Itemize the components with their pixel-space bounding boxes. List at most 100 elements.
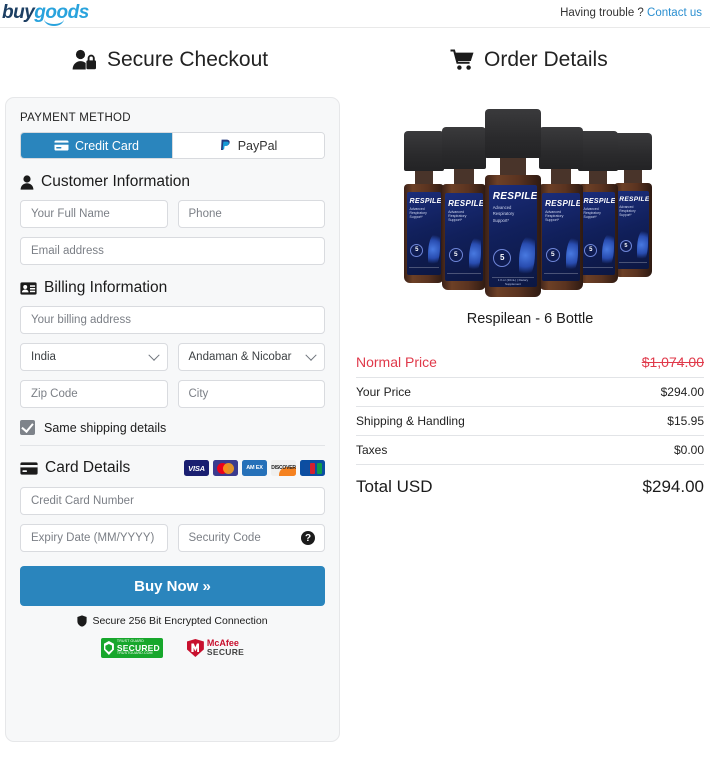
zip-code-input[interactable]: Zip Code [20, 380, 168, 408]
shopping-cart-icon [450, 49, 475, 71]
price-table: Normal Price $1,074.00 Your Price $294.0… [356, 347, 704, 504]
mcafee-line2: SECURE [206, 647, 245, 658]
city-input[interactable]: City [177, 380, 325, 408]
secure-connection-note: Secure 256 Bit Encrypted Connection [20, 615, 325, 627]
help-circle-icon[interactable]: ? [301, 531, 315, 545]
bottle-1-number: 5 [410, 243, 424, 257]
visa-icon: VISA [184, 460, 209, 476]
email-row: Email address [20, 237, 325, 265]
normal-price-label: Normal Price [356, 354, 437, 370]
trust-badges: TRUST GUARD SECURED TRUSTGUARD.COM McAfe… [20, 638, 325, 658]
mcafee-secure-badge: McAfee SECURE [186, 638, 245, 658]
jcb-icon [300, 460, 325, 476]
shield-icon [77, 615, 88, 627]
buy-now-button[interactable]: Buy Now » [20, 566, 325, 606]
tab-credit-card[interactable]: Credit Card [21, 133, 172, 158]
card-number-row: Credit Card Number [20, 487, 325, 515]
user-lock-icon [72, 49, 98, 71]
secure-checkout-heading: Secure Checkout [72, 48, 268, 72]
bottle-3: RESPILEAN Advanced Respiratory Support* … [485, 109, 541, 297]
contact-us-link[interactable]: Contact us [647, 7, 702, 19]
bottle-6-name: RESPILEAN [619, 196, 650, 204]
billing-address-input[interactable]: Your billing address [20, 306, 325, 334]
bottle-2-name: RESPILEAN [448, 198, 483, 208]
amex-icon: AM EX [242, 460, 267, 476]
person-icon [20, 174, 34, 190]
expiry-date-input[interactable]: Expiry Date (MM/YYYY) [20, 524, 168, 552]
tab-credit-card-label: Credit Card [75, 138, 139, 153]
state-select-value: Andaman & Nicobar [188, 351, 292, 363]
accepted-card-brands: VISA AM EX DISCOVER [184, 460, 325, 476]
discover-icon: DISCOVER [271, 460, 296, 476]
logo-swoosh-icon [44, 19, 64, 26]
total-value: $294.00 [642, 477, 704, 496]
logo-text-buy: buy [2, 2, 35, 23]
price-row-your-price: Your Price $294.00 [356, 378, 704, 407]
same-shipping-label: Same shipping details [44, 420, 167, 435]
bottle-3-foot: 1 fl oz (30mL) | Dietary Supplement [491, 276, 535, 286]
paypal-icon [220, 139, 232, 152]
payment-method-label: PAYMENT METHOD [20, 112, 131, 124]
security-code-input[interactable]: Security Code ? [177, 524, 325, 552]
country-select-value: India [31, 351, 56, 363]
country-select[interactable]: India [20, 343, 168, 371]
your-price-value: $294.00 [660, 385, 704, 399]
bottle-4-sub: Advanced Respiratory Support* [545, 209, 564, 222]
bottle-3-number: 5 [493, 248, 512, 267]
order-details-title: Order Details [484, 48, 608, 71]
secure-checkout-title: Secure Checkout [107, 48, 269, 71]
shipping-label: Shipping & Handling [356, 414, 465, 428]
bottle-1: RESPILEAN Advanced Respiratory Support* … [404, 131, 444, 283]
phone-input[interactable]: Phone [177, 200, 325, 228]
order-summary-panel: RESPILEAN Advanced Respiratory Support* … [356, 97, 704, 504]
card-details-title: Card Details [45, 459, 131, 476]
bottle-2: RESPILEAN Advanced Respiratory Support* … [442, 127, 486, 290]
product-title: Respilean - 6 Bottle [466, 311, 594, 327]
taxes-label: Taxes [356, 443, 388, 457]
same-shipping-checkbox[interactable] [20, 420, 35, 435]
top-bar: buygoods Having trouble ? Contact us [0, 0, 710, 28]
checkout-form-card: PAYMENT METHOD Credit Card PayPal Custom… [5, 97, 340, 742]
country-state-row: India Andaman & Nicobar [20, 343, 325, 371]
state-select[interactable]: Andaman & Nicobar [177, 343, 325, 371]
bottle-4: RESPILEAN Advanced Respiratory Support* … [539, 127, 583, 290]
tab-paypal[interactable]: PayPal [172, 133, 324, 158]
bottle-5-number: 5 [584, 243, 598, 257]
bottle-2-sub: Advanced Respiratory Support* [448, 209, 467, 222]
chevron-down-icon [305, 349, 317, 361]
bottle-2-number: 5 [448, 247, 463, 262]
billing-information-heading: Billing Information [20, 279, 325, 297]
trustedsite-secured-badge: TRUST GUARD SECURED TRUSTGUARD.COM [100, 638, 163, 658]
full-name-input[interactable]: Your Full Name [20, 200, 168, 228]
customer-information-heading: Customer Information [20, 173, 325, 191]
price-row-taxes: Taxes $0.00 [356, 436, 704, 465]
expiry-cvv-row: Expiry Date (MM/YYYY) Security Code ? [20, 524, 325, 552]
normal-price-value: $1,074.00 [641, 354, 704, 370]
taxes-value: $0.00 [673, 443, 704, 457]
trustedsite-shield-icon [103, 641, 114, 655]
buygoods-logo[interactable]: buygoods [2, 2, 89, 26]
bottle-1-name: RESPILEAN [409, 197, 442, 205]
bottle-4-name: RESPILEAN [545, 198, 580, 208]
price-row-normal-price: Normal Price $1,074.00 [356, 347, 704, 378]
secure-connection-text: Secure 256 Bit Encrypted Connection [92, 615, 268, 627]
bottle-6-sub: Advanced Respiratory Support* [619, 205, 636, 218]
bottle-3-name: RESPILEAN [492, 191, 538, 203]
same-shipping-details-row[interactable]: Same shipping details [20, 420, 325, 435]
email-input[interactable]: Email address [20, 237, 325, 265]
billing-address-row: Your billing address [20, 306, 325, 334]
card-icon [20, 461, 38, 475]
bottle-4-number: 5 [545, 247, 560, 262]
bottle-6-number: 5 [619, 240, 632, 253]
help-text: Having trouble ? Contact us [560, 7, 702, 19]
card-number-input[interactable]: Credit Card Number [20, 487, 325, 515]
respilean-bottles-group: RESPILEAN Advanced Respiratory Support* … [400, 107, 660, 297]
tab-paypal-label: PayPal [237, 138, 278, 153]
mcafee-shield-icon [186, 638, 204, 657]
bottle-5-name: RESPILEAN [583, 197, 616, 205]
checkout-page: buygoods Having trouble ? Contact us Sec… [0, 0, 710, 764]
price-row-total: Total USD $294.00 [356, 465, 704, 504]
payment-method-tabs: Credit Card PayPal [20, 132, 325, 159]
name-phone-row: Your Full Name Phone [20, 200, 325, 228]
bottle-1-sub: Advanced Respiratory Support* [409, 206, 427, 219]
